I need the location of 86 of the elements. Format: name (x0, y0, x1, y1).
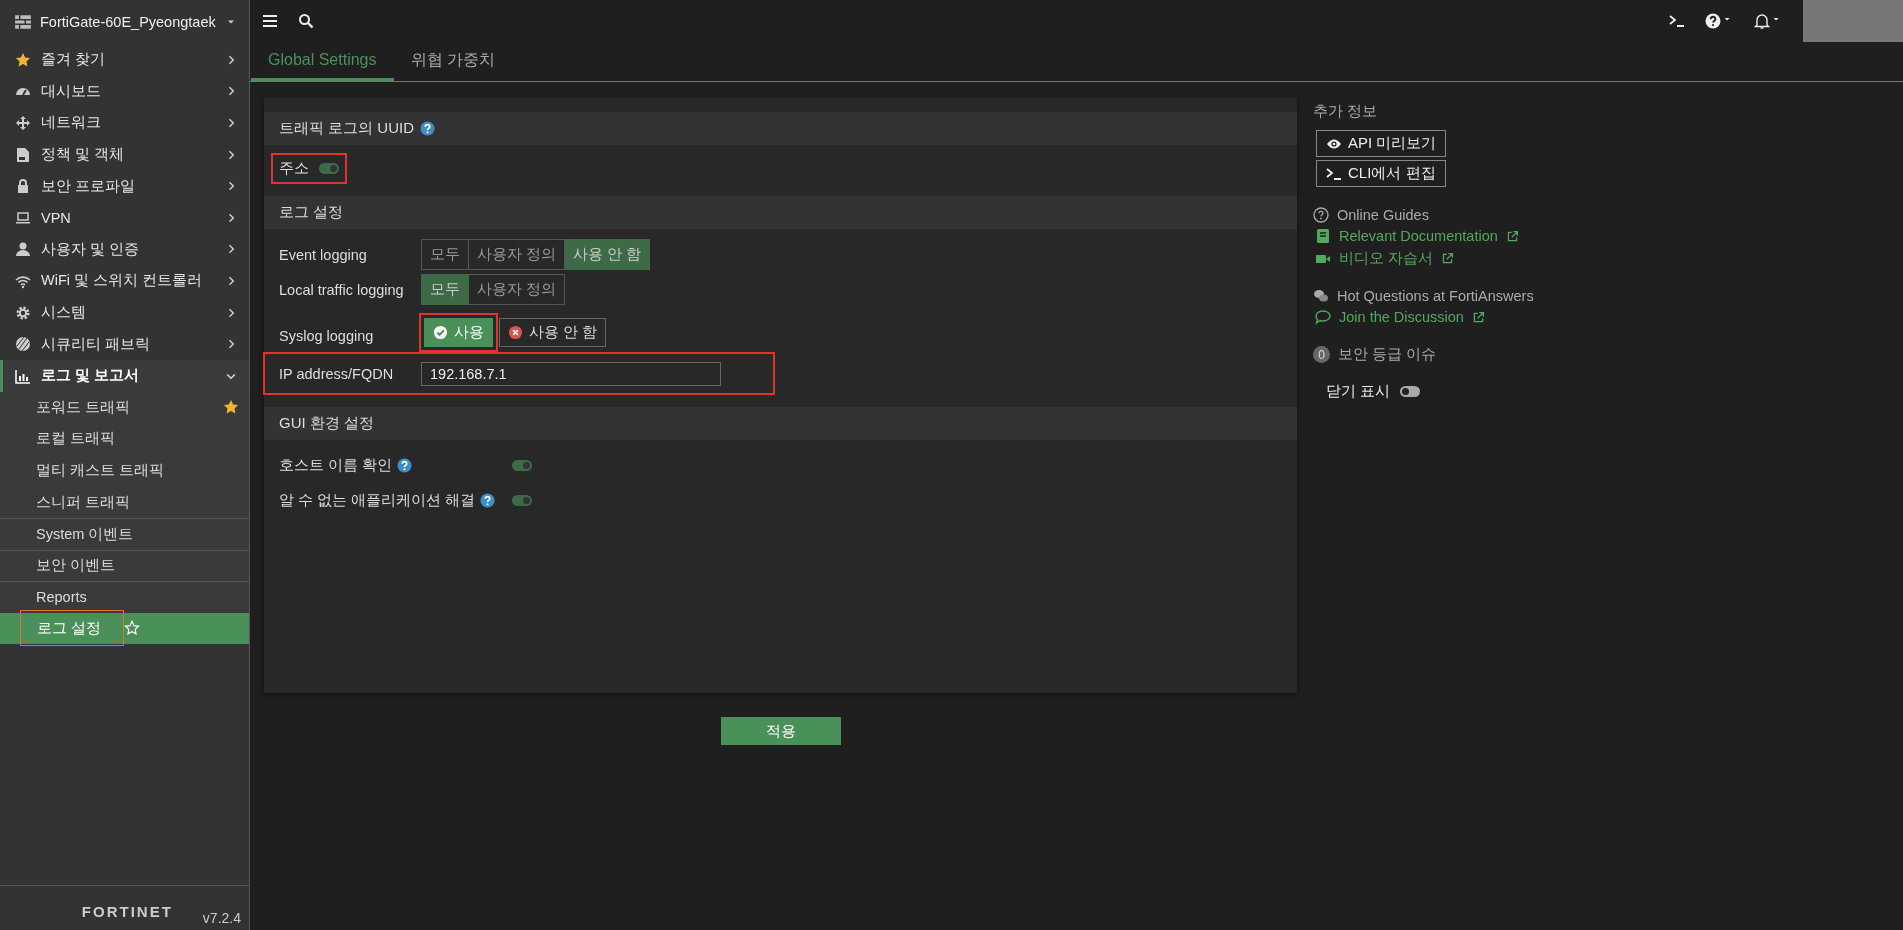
tab[interactable]: 위협 가중치 (393, 42, 512, 81)
link[interactable]: Join the Discussion (1339, 309, 1464, 325)
help-icon (397, 458, 413, 473)
bell-icon (1754, 13, 1770, 29)
sidebar-subitem[interactable]: 멀티 캐스트 트래픽 (0, 454, 249, 487)
segment-option[interactable]: 사용자 정의 (469, 274, 566, 305)
panel-title: 추가 정보 (1313, 102, 1378, 121)
link[interactable]: Relevant Documentation (1339, 228, 1498, 244)
star-icon (223, 399, 239, 416)
sidebar-subitem[interactable]: 포워드 트래픽 (0, 391, 249, 424)
section-title: 로그 설정 (279, 203, 344, 222)
sidebar-item[interactable]: 네트워크 (0, 107, 249, 139)
move-arrows-icon (15, 115, 31, 131)
toggle-switch[interactable] (512, 495, 532, 506)
toggle-switch[interactable] (1400, 386, 1421, 397)
sidebar-item[interactable]: WiFi 및 스위치 컨트롤러 (0, 265, 249, 297)
document-icon (15, 146, 31, 163)
bar-chart-icon (15, 367, 31, 384)
segment-option[interactable]: 사용 안 함 (565, 239, 651, 270)
star-outline-icon (124, 620, 140, 637)
terminal-icon (1669, 13, 1685, 29)
field-label: 알 수 없는 애플리케이션 해결 (279, 491, 476, 510)
cli-edit-button[interactable]: CLI에서 편집 (1316, 160, 1446, 187)
field-label: 호스트 이름 확인 (279, 456, 393, 475)
toggle-switch[interactable] (319, 163, 339, 174)
field-label: IP address/FQDN (279, 365, 395, 382)
version-label: v7.2.4 (202, 910, 241, 926)
field-label: 주소 (279, 159, 309, 178)
sidebar-item[interactable]: 사용자 및 인증 (0, 233, 249, 266)
user-icon (15, 241, 31, 258)
disable-button[interactable]: 사용 안 함 (499, 318, 607, 347)
external-link-icon (1505, 229, 1519, 243)
sidebar-subitem[interactable]: 로그 설정 (0, 612, 249, 645)
sidebar-item[interactable]: 시큐리티 패브릭 (0, 328, 249, 360)
enable-button[interactable]: 사용 (424, 318, 493, 347)
star-icon (15, 51, 31, 68)
help-icon (420, 121, 435, 136)
x-circle-icon (508, 325, 523, 340)
device-name[interactable]: FortiGate-60E_Pyeongtaek (40, 14, 217, 30)
sidebar-subitem[interactable]: 로컬 트래픽 (0, 423, 249, 455)
answers-heading: Hot Questions at FortiAnswers (1337, 288, 1534, 304)
segment-option[interactable]: 모두 (421, 274, 469, 305)
speech-bubble-icon (1315, 309, 1331, 325)
field-label: Syslog logging (279, 328, 375, 346)
brand-logo: FORTINET (81, 903, 173, 920)
issue-count-badge: 0 (1313, 346, 1330, 363)
external-link-icon (1441, 252, 1455, 265)
link[interactable]: 비디오 자습서 (1339, 249, 1434, 268)
terminal-icon (1326, 165, 1342, 182)
chat-bubbles-icon (1313, 288, 1329, 304)
lock-icon (15, 178, 31, 195)
help-icon (1705, 13, 1721, 29)
gear-icon (15, 304, 31, 321)
issues-heading: 보안 등급 이슈 (1338, 345, 1437, 364)
toggle-switch[interactable] (512, 460, 532, 471)
toggle-label: 닫기 표시 (1326, 382, 1391, 401)
sidebar-subitem[interactable]: 보안 이벤트 (0, 549, 249, 582)
sidebar-item[interactable]: 정책 및 객체 (0, 138, 249, 171)
help-icon (480, 493, 496, 508)
guides-heading: Online Guides (1337, 207, 1429, 223)
sidebar-item[interactable]: 로그 및 보고서 (0, 359, 249, 392)
section-title: 트래픽 로그의 UUID (279, 119, 414, 138)
sidebar-item[interactable]: 대시보드 (0, 75, 249, 108)
menu-icon (262, 13, 278, 29)
sidebar-item[interactable]: VPN (0, 201, 249, 234)
api-preview-button[interactable]: API 미리보기 (1316, 130, 1447, 157)
sidebar-subitem[interactable]: Reports (0, 581, 249, 613)
book-icon (1315, 228, 1331, 244)
section-title: GUI 환경 설정 (279, 414, 374, 433)
ip-address-field[interactable]: 192.168.7.1 (421, 361, 721, 386)
sidebar-item[interactable]: 시스템 (0, 296, 249, 329)
field-label: Event logging (279, 246, 368, 263)
apply-button[interactable]: 적용 (720, 717, 841, 745)
check-circle-icon (433, 325, 448, 340)
external-link-icon (1471, 310, 1485, 324)
striped-circle-icon (15, 336, 31, 353)
search-icon (298, 13, 314, 29)
segment-option[interactable]: 모두 (421, 239, 469, 270)
field-label: Local traffic logging (279, 281, 405, 298)
question-circle-icon (1313, 207, 1329, 223)
sidebar-subitem[interactable]: System 이벤트 (0, 517, 249, 550)
sidebar-item[interactable]: 즐겨 찾기 (0, 44, 249, 76)
sidebar-subitem[interactable]: 스니퍼 트래픽 (0, 486, 249, 518)
tab[interactable]: Global Settings (251, 42, 394, 81)
laptop-icon (15, 209, 31, 226)
sidebar-item[interactable]: 보안 프로파일 (0, 170, 249, 202)
